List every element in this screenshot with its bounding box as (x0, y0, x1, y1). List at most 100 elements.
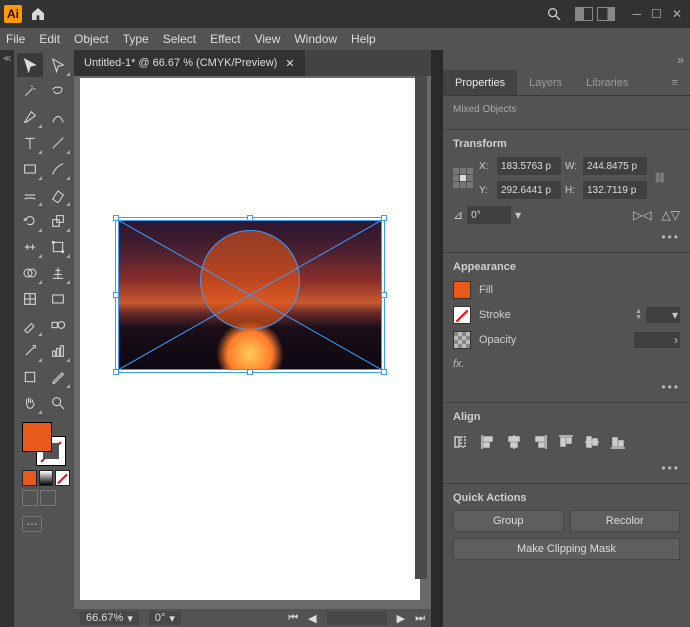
screen-mode-icon[interactable] (22, 490, 38, 506)
w-field[interactable]: 244.8475 p (583, 157, 647, 175)
link-wh-icon[interactable]: ⛓ (651, 173, 669, 184)
opacity-field[interactable]: › (634, 332, 680, 348)
flip-vertical-icon[interactable]: △▽ (662, 208, 680, 222)
scale-tool[interactable] (45, 209, 71, 233)
artboard-prev-first-icon[interactable]: ⏮ (288, 612, 298, 625)
magic-wand-tool[interactable] (17, 79, 43, 103)
artboard-prev-icon[interactable]: ◀ (308, 612, 316, 625)
type-tool[interactable] (17, 131, 43, 155)
panel-collapse-icon[interactable]: » (677, 53, 684, 67)
rotate-tool[interactable] (17, 209, 43, 233)
shape-builder-tool[interactable] (17, 261, 43, 285)
more-align-icon[interactable]: ••• (453, 455, 680, 475)
home-icon[interactable] (28, 4, 48, 24)
canvas[interactable] (74, 76, 431, 609)
direct-selection-tool[interactable] (45, 53, 71, 77)
more-transform-icon[interactable]: ••• (453, 224, 680, 244)
more-appearance-icon[interactable]: ••• (453, 374, 680, 394)
pen-tool[interactable] (17, 105, 43, 129)
artboard-next-last-icon[interactable]: ⏭ (415, 612, 425, 625)
draw-mode-icon[interactable] (40, 490, 56, 506)
stroke-swatch[interactable] (453, 306, 471, 324)
minimize-button[interactable]: ─ (633, 7, 642, 21)
rotate-view-field[interactable]: 0°▾ (149, 611, 181, 625)
fill-swatch[interactable] (453, 281, 471, 299)
opacity-swatch[interactable] (453, 331, 471, 349)
angle-field[interactable]: 0° (467, 206, 511, 224)
menu-type[interactable]: Type (123, 32, 149, 46)
lasso-tool[interactable] (45, 79, 71, 103)
tab-libraries[interactable]: Libraries (574, 70, 640, 95)
paintbrush-tool[interactable] (45, 157, 71, 181)
menu-effect[interactable]: Effect (210, 32, 240, 46)
artboard-next-icon[interactable]: ▶ (397, 612, 405, 625)
align-top-icon[interactable] (557, 433, 575, 451)
reference-point-icon[interactable] (453, 168, 473, 188)
artboard-nav-field[interactable] (327, 611, 387, 625)
stroke-stepper[interactable]: ▲▼ (635, 309, 642, 321)
recolor-button[interactable]: Recolor (570, 510, 681, 532)
rectangle-tool[interactable] (17, 157, 43, 181)
search-icon[interactable] (543, 3, 565, 25)
symbol-sprayer-tool[interactable] (17, 339, 43, 363)
artboard-tool[interactable] (17, 365, 43, 389)
fill-stroke-indicator[interactable] (22, 422, 66, 466)
workspace-switcher[interactable] (575, 7, 615, 21)
eyedropper-tool[interactable] (17, 313, 43, 337)
align-left-icon[interactable] (479, 433, 497, 451)
align-bottom-icon[interactable] (609, 433, 627, 451)
gradient-tool[interactable] (45, 287, 71, 311)
tab-layers[interactable]: Layers (517, 70, 574, 95)
group-button[interactable]: Group (453, 510, 564, 532)
shaper-tool[interactable] (17, 183, 43, 207)
slice-tool[interactable] (45, 365, 71, 389)
width-tool[interactable] (17, 235, 43, 259)
column-graph-tool[interactable] (45, 339, 71, 363)
stroke-weight-dropdown[interactable]: ▾ (646, 307, 680, 323)
curvature-tool[interactable] (45, 105, 71, 129)
tool-collapse-strip[interactable]: ≪ (0, 50, 14, 627)
hand-tool[interactable] (17, 391, 43, 415)
align-vcenter-icon[interactable] (583, 433, 601, 451)
document-tab[interactable]: Untitled-1* @ 66.67 % (CMYK/Preview) ✕ (74, 50, 305, 76)
make-clipping-mask-button[interactable]: Make Clipping Mask (453, 538, 680, 560)
eraser-tool[interactable] (45, 183, 71, 207)
mesh-tool[interactable] (17, 287, 43, 311)
menu-select[interactable]: Select (163, 32, 196, 46)
none-mode-swatch[interactable] (55, 470, 70, 486)
close-button[interactable]: ✕ (672, 7, 682, 21)
blend-tool[interactable] (45, 313, 71, 337)
zoom-tool[interactable] (45, 391, 71, 415)
gradient-mode-swatch[interactable] (39, 470, 54, 486)
angle-dropdown-icon[interactable]: ▾ (515, 208, 521, 222)
menu-edit[interactable]: Edit (39, 32, 60, 46)
x-field[interactable]: 183.5763 p (497, 157, 561, 175)
menu-help[interactable]: Help (351, 32, 376, 46)
line-tool[interactable] (45, 131, 71, 155)
y-field[interactable]: 292.6441 p (497, 181, 561, 199)
maximize-button[interactable]: ☐ (651, 7, 662, 21)
perspective-grid-tool[interactable] (45, 261, 71, 285)
zoom-field[interactable]: 66.67%▾ (80, 611, 139, 625)
h-field[interactable]: 132.7119 p (583, 181, 647, 199)
edit-toolbar-icon[interactable]: ⋯ (22, 516, 42, 532)
close-tab-icon[interactable]: ✕ (285, 57, 294, 70)
align-right-icon[interactable] (531, 433, 549, 451)
selection-group[interactable] (118, 220, 382, 370)
free-transform-tool[interactable] (45, 235, 71, 259)
align-to-icon[interactable] (453, 433, 471, 451)
artboard[interactable] (80, 78, 420, 600)
panel-menu-icon[interactable]: ≡ (660, 70, 690, 95)
color-mode-swatch[interactable] (22, 470, 37, 486)
flip-horizontal-icon[interactable]: ▷◁ (633, 208, 651, 222)
menu-file[interactable]: File (6, 32, 25, 46)
menu-view[interactable]: View (255, 32, 281, 46)
vertical-scrollbar[interactable] (415, 76, 427, 579)
menu-object[interactable]: Object (74, 32, 109, 46)
tab-properties[interactable]: Properties (443, 70, 517, 95)
menu-window[interactable]: Window (294, 32, 337, 46)
fx-button[interactable]: fx. (453, 354, 680, 374)
selection-tool[interactable] (17, 53, 43, 77)
panel-collapse-knob[interactable] (431, 50, 443, 627)
align-hcenter-icon[interactable] (505, 433, 523, 451)
